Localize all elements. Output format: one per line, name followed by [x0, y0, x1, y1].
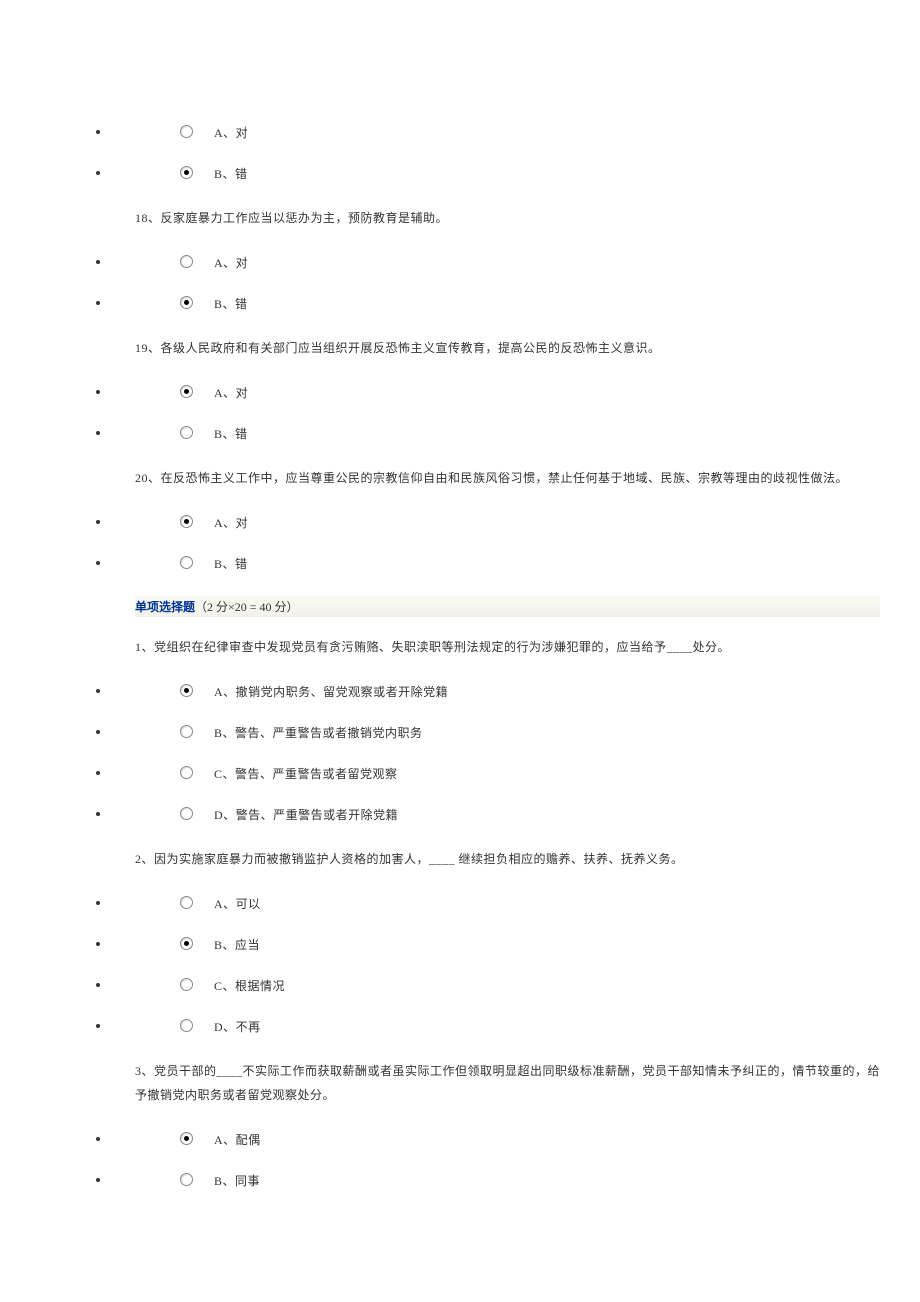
list-item: C、警告、严重警告或者留党观察 — [110, 765, 920, 782]
list-item: A、可以 — [110, 895, 920, 912]
radio-icon[interactable] — [180, 725, 193, 738]
section-header: 单项选择题（2 分×20 = 40 分） — [135, 596, 880, 617]
list-item: B、错 — [110, 555, 920, 572]
radio-icon[interactable] — [180, 896, 193, 909]
list-item: B、错 — [110, 165, 920, 182]
option-list: A、对 B、错 — [0, 514, 920, 572]
option-list: A、撤销党内职务、留党观察或者开除党籍 B、警告、严重警告或者撤销党内职务 C、… — [0, 683, 920, 823]
option-label: D、警告、严重警告或者开除党籍 — [214, 808, 398, 822]
option-label: C、警告、严重警告或者留党观察 — [214, 767, 398, 781]
list-item: B、应当 — [110, 936, 920, 953]
list-item: B、警告、严重警告或者撤销党内职务 — [110, 724, 920, 741]
option-label: B、错 — [214, 557, 248, 571]
option-label: A、对 — [214, 516, 248, 530]
option-label: B、警告、严重警告或者撤销党内职务 — [214, 726, 423, 740]
radio-icon[interactable] — [180, 166, 193, 179]
radio-icon[interactable] — [180, 255, 193, 268]
list-item: B、同事 — [110, 1172, 920, 1189]
option-list: A、对 B、错 — [0, 124, 920, 182]
list-item: A、对 — [110, 254, 920, 271]
radio-icon[interactable] — [180, 426, 193, 439]
radio-icon[interactable] — [180, 125, 193, 138]
list-item: C、根据情况 — [110, 977, 920, 994]
option-list: A、对 B、错 — [0, 254, 920, 312]
list-item: B、错 — [110, 295, 920, 312]
radio-icon[interactable] — [180, 937, 193, 950]
mc-question-block: 3、党员干部的____不实际工作而获取薪酬或者虽实际工作但领取明显超出同职级标准… — [0, 1059, 920, 1189]
tf-question-block: A、对 B、错 — [0, 124, 920, 182]
radio-icon[interactable] — [180, 556, 193, 569]
question-text: 20、在反恐怖主义工作中，应当尊重公民的宗教信仰自由和民族风俗习惯，禁止任何基于… — [135, 466, 920, 490]
radio-icon[interactable] — [180, 296, 193, 309]
option-label: B、同事 — [214, 1174, 260, 1188]
list-item: D、警告、严重警告或者开除党籍 — [110, 806, 920, 823]
tf-question-block: 20、在反恐怖主义工作中，应当尊重公民的宗教信仰自由和民族风俗习惯，禁止任何基于… — [0, 466, 920, 572]
question-text: 2、因为实施家庭暴力而被撤销监护人资格的加害人，____ 继续担负相应的赡养、扶… — [135, 847, 920, 871]
tf-question-block: 19、各级人民政府和有关部门应当组织开展反恐怖主义宣传教育，提高公民的反恐怖主义… — [0, 336, 920, 442]
option-label: B、应当 — [214, 938, 260, 952]
section-title: 单项选择题 — [135, 600, 195, 614]
option-label: B、错 — [214, 297, 248, 311]
option-list: A、配偶 B、同事 — [0, 1131, 920, 1189]
section-scoring: （2 分×20 = 40 分） — [195, 600, 299, 614]
option-label: A、配偶 — [214, 1133, 261, 1147]
list-item: A、对 — [110, 514, 920, 531]
question-text: 3、党员干部的____不实际工作而获取薪酬或者虽实际工作但领取明显超出同职级标准… — [135, 1059, 920, 1107]
option-label: A、对 — [214, 256, 248, 270]
option-list: A、对 B、错 — [0, 384, 920, 442]
list-item: A、对 — [110, 384, 920, 401]
question-text: 18、反家庭暴力工作应当以惩办为主，预防教育是辅助。 — [135, 206, 920, 230]
question-text: 1、党组织在纪律审查中发现党员有贪污贿赂、失职渎职等刑法规定的行为涉嫌犯罪的，应… — [135, 635, 920, 659]
radio-icon[interactable] — [180, 684, 193, 697]
list-item: D、不再 — [110, 1018, 920, 1035]
radio-icon[interactable] — [180, 1132, 193, 1145]
mc-question-block: 2、因为实施家庭暴力而被撤销监护人资格的加害人，____ 继续担负相应的赡养、扶… — [0, 847, 920, 1035]
option-label: B、错 — [214, 167, 248, 181]
radio-icon[interactable] — [180, 766, 193, 779]
list-item: B、错 — [110, 425, 920, 442]
list-item: A、对 — [110, 124, 920, 141]
mc-question-block: 1、党组织在纪律审查中发现党员有贪污贿赂、失职渎职等刑法规定的行为涉嫌犯罪的，应… — [0, 635, 920, 823]
option-label: A、对 — [214, 386, 248, 400]
radio-icon[interactable] — [180, 385, 193, 398]
radio-icon[interactable] — [180, 807, 193, 820]
list-item: A、撤销党内职务、留党观察或者开除党籍 — [110, 683, 920, 700]
list-item: A、配偶 — [110, 1131, 920, 1148]
option-label: C、根据情况 — [214, 979, 285, 993]
radio-icon[interactable] — [180, 515, 193, 528]
radio-icon[interactable] — [180, 1173, 193, 1186]
radio-icon[interactable] — [180, 978, 193, 991]
question-text: 19、各级人民政府和有关部门应当组织开展反恐怖主义宣传教育，提高公民的反恐怖主义… — [135, 336, 920, 360]
option-label: D、不再 — [214, 1020, 261, 1034]
radio-icon[interactable] — [180, 1019, 193, 1032]
option-label: A、可以 — [214, 897, 261, 911]
option-label: B、错 — [214, 427, 248, 441]
tf-question-block: 18、反家庭暴力工作应当以惩办为主，预防教育是辅助。 A、对 B、错 — [0, 206, 920, 312]
option-list: A、可以 B、应当 C、根据情况 D、不再 — [0, 895, 920, 1035]
option-label: A、撤销党内职务、留党观察或者开除党籍 — [214, 685, 448, 699]
option-label: A、对 — [214, 126, 248, 140]
